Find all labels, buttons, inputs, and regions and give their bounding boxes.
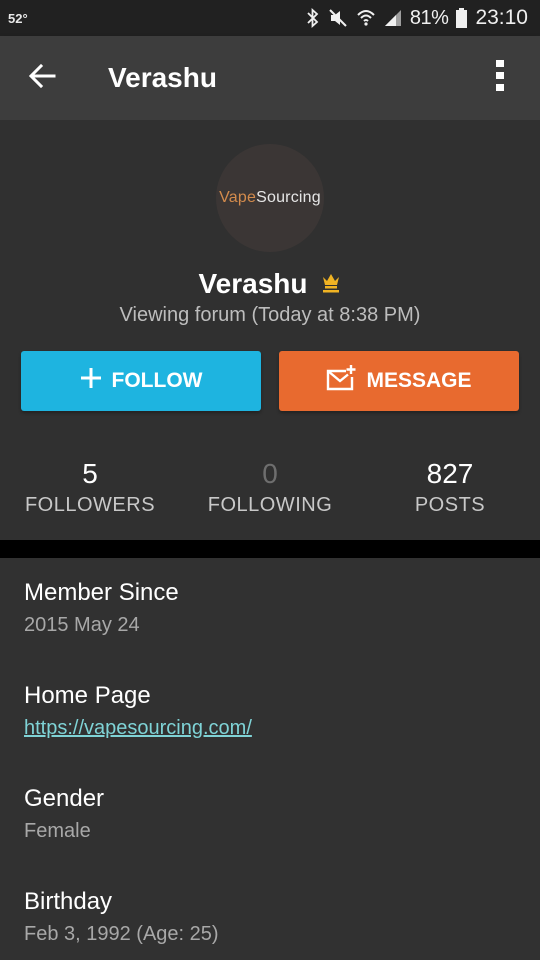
detail-home-page: Home Page https://vapesourcing.com/ (24, 681, 524, 741)
avatar-logo: VapeSourcing (219, 189, 321, 207)
stats-row: 5 FOLLOWERS 0 FOLLOWING 827 POSTS (0, 456, 540, 526)
status-icons: 81% 23:10 (306, 6, 528, 30)
stat-value: 827 (426, 458, 474, 489)
detail-label: Member Since (24, 579, 179, 606)
signal-icon (384, 9, 402, 27)
section-divider (0, 540, 540, 558)
app-bar: Verashu (0, 36, 540, 120)
stat-label: FOLLOWING (207, 494, 333, 516)
arrow-back-icon (28, 62, 56, 95)
stat-value: 5 (82, 458, 98, 489)
home-page-link[interactable]: https://vapesourcing.com/ (24, 715, 524, 741)
follow-button-label: FOLLOW (111, 369, 203, 392)
message-button-label: MESSAGE (366, 369, 472, 392)
stat-followers[interactable]: 5 FOLLOWERS (0, 456, 180, 517)
wifi-icon (356, 8, 376, 28)
avatar-logo-suffix: Sourcing (256, 189, 321, 206)
overflow-menu-button[interactable] (460, 36, 540, 120)
detail-label: Birthday (24, 888, 113, 915)
message-button[interactable]: MESSAGE (279, 351, 519, 411)
new-mail-icon (326, 365, 356, 397)
detail-gender: Gender Female (24, 784, 524, 844)
temperature-indicator: 52° (8, 10, 28, 26)
profile-details: Member Since 2015 May 24 Home Page https… (0, 558, 540, 960)
crown-badge-icon (321, 271, 341, 298)
stat-posts[interactable]: 827 POSTS (360, 456, 540, 517)
stat-following[interactable]: 0 FOLLOWING (180, 456, 360, 517)
username: Verashu (198, 268, 308, 299)
bluetooth-icon (306, 8, 320, 28)
detail-label: Home Page (24, 682, 151, 709)
battery-percent: 81% (409, 6, 449, 29)
avatar-logo-prefix: Vape (219, 189, 257, 206)
detail-value: Female (24, 820, 91, 842)
activity-status: Viewing forum (Today at 8:38 PM) (119, 304, 421, 326)
more-vertical-icon (495, 59, 505, 97)
plus-icon (80, 367, 102, 395)
battery-icon (456, 8, 468, 28)
profile-header: VapeSourcing Verashu Viewing forum (Toda… (0, 120, 540, 540)
back-button[interactable] (0, 36, 84, 120)
detail-value: 2015 May 24 (24, 614, 140, 636)
follow-button[interactable]: FOLLOW (21, 351, 261, 411)
status-bar: 52° 81% 23:10 (0, 0, 540, 36)
clock: 23:10 (475, 6, 528, 29)
detail-member-since: Member Since 2015 May 24 (24, 578, 524, 638)
page-title: Verashu (108, 62, 217, 93)
stat-value: 0 (262, 458, 278, 489)
detail-birthday: Birthday Feb 3, 1992 (Age: 25) (24, 887, 524, 947)
stat-label: POSTS (414, 494, 486, 516)
detail-value: Feb 3, 1992 (Age: 25) (24, 923, 219, 945)
stat-label: FOLLOWERS (24, 494, 156, 516)
avatar[interactable]: VapeSourcing (216, 144, 324, 252)
mute-icon (328, 8, 348, 28)
detail-label: Gender (24, 785, 105, 812)
username-row: Verashu (0, 264, 540, 304)
